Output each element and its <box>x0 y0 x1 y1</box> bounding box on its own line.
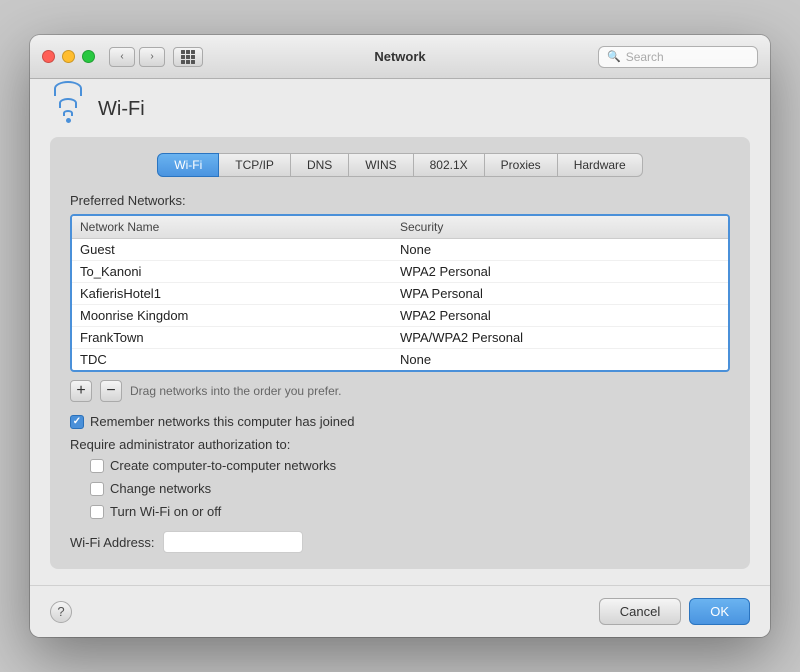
wifi-icon <box>50 95 86 123</box>
cancel-button[interactable]: Cancel <box>599 598 681 625</box>
wifi-header: Wi-Fi <box>50 95 750 123</box>
window: ‹ › Network 🔍 Search <box>30 35 770 637</box>
create-computer-checkbox[interactable] <box>90 459 104 473</box>
search-box[interactable]: 🔍 Search <box>598 46 758 68</box>
tabs-container: Wi-Fi TCP/IP DNS WINS 802.1X Proxies Har… <box>50 137 750 569</box>
auth-label: Require administrator authorization to: <box>70 437 730 452</box>
column-security-header: Security <box>400 220 720 234</box>
remember-label: Remember networks this computer has join… <box>90 414 354 429</box>
network-name: Moonrise Kingdom <box>80 308 400 323</box>
network-security: WPA Personal <box>400 286 720 301</box>
tab-proxies[interactable]: Proxies <box>485 153 558 177</box>
main-content: Wi-Fi Wi-Fi TCP/IP DNS WINS 802.1X Proxi… <box>30 79 770 585</box>
create-computer-row[interactable]: Create computer-to-computer networks <box>90 458 730 473</box>
wifi-address-input[interactable] <box>163 531 303 553</box>
table-row[interactable]: To_Kanoni WPA2 Personal <box>72 261 728 283</box>
wifi-arc-small <box>63 110 73 116</box>
tab-dns[interactable]: DNS <box>291 153 349 177</box>
network-name: TDC <box>80 352 400 367</box>
ok-button[interactable]: OK <box>689 598 750 625</box>
add-network-button[interactable]: + <box>70 380 92 402</box>
traffic-lights <box>42 50 95 63</box>
table-row[interactable]: FrankTown WPA/WPA2 Personal <box>72 327 728 349</box>
maximize-button[interactable] <box>82 50 95 63</box>
network-security: WPA/WPA2 Personal <box>400 330 720 345</box>
tab-wins[interactable]: WINS <box>349 153 413 177</box>
tabs: Wi-Fi TCP/IP DNS WINS 802.1X Proxies Har… <box>70 153 730 177</box>
wifi-address-row: Wi-Fi Address: <box>70 531 730 553</box>
minimize-button[interactable] <box>62 50 75 63</box>
network-security: None <box>400 242 720 257</box>
table-row[interactable]: KafierisHotel1 WPA Personal <box>72 283 728 305</box>
grid-icon <box>181 50 195 64</box>
network-security: WPA2 Personal <box>400 308 720 323</box>
network-name: To_Kanoni <box>80 264 400 279</box>
remember-checkbox[interactable] <box>70 415 84 429</box>
network-name: Guest <box>80 242 400 257</box>
tab-wifi[interactable]: Wi-Fi <box>157 153 219 177</box>
change-networks-label: Change networks <box>110 481 211 496</box>
forward-icon: › <box>150 51 153 62</box>
wifi-arc-large <box>54 81 82 96</box>
turn-wifi-row[interactable]: Turn Wi-Fi on or off <box>90 504 730 519</box>
help-button[interactable]: ? <box>50 601 72 623</box>
wifi-dot <box>66 118 71 123</box>
change-networks-row[interactable]: Change networks <box>90 481 730 496</box>
back-button[interactable]: ‹ <box>109 47 135 67</box>
wifi-address-label: Wi-Fi Address: <box>70 535 155 550</box>
table-row[interactable]: Guest None <box>72 239 728 261</box>
titlebar: ‹ › Network 🔍 Search <box>30 35 770 79</box>
wifi-waves <box>54 81 82 123</box>
tab-8021x[interactable]: 802.1X <box>414 153 485 177</box>
change-networks-checkbox[interactable] <box>90 482 104 496</box>
wifi-title: Wi-Fi <box>98 98 145 121</box>
table-header: Network Name Security <box>72 216 728 239</box>
networks-table: Network Name Security Guest None To_Kano… <box>70 214 730 372</box>
wifi-arc-medium <box>59 98 77 108</box>
drag-hint: Drag networks into the order you prefer. <box>130 384 341 398</box>
turn-wifi-checkbox[interactable] <box>90 505 104 519</box>
preferred-networks-label: Preferred Networks: <box>70 193 730 208</box>
table-actions: + − Drag networks into the order you pre… <box>70 380 730 402</box>
turn-wifi-label: Turn Wi-Fi on or off <box>110 504 221 519</box>
create-computer-label: Create computer-to-computer networks <box>110 458 336 473</box>
search-icon: 🔍 <box>607 50 621 63</box>
remove-network-button[interactable]: − <box>100 380 122 402</box>
back-icon: ‹ <box>120 51 123 62</box>
network-name: KafierisHotel1 <box>80 286 400 301</box>
table-row[interactable]: Moonrise Kingdom WPA2 Personal <box>72 305 728 327</box>
bottom-bar: ? Cancel OK <box>30 585 770 637</box>
close-button[interactable] <box>42 50 55 63</box>
window-title: Network <box>374 49 425 64</box>
tab-tcpip[interactable]: TCP/IP <box>219 153 291 177</box>
network-security: WPA2 Personal <box>400 264 720 279</box>
column-name-header: Network Name <box>80 220 400 234</box>
tab-hardware[interactable]: Hardware <box>558 153 643 177</box>
table-row[interactable]: TDC None <box>72 349 728 370</box>
grid-button[interactable] <box>173 47 203 67</box>
forward-button[interactable]: › <box>139 47 165 67</box>
network-name: FrankTown <box>80 330 400 345</box>
bottom-buttons: Cancel OK <box>599 598 750 625</box>
network-security: None <box>400 352 720 367</box>
remember-checkbox-row[interactable]: Remember networks this computer has join… <box>70 414 730 429</box>
auth-options: Create computer-to-computer networks Cha… <box>70 458 730 519</box>
search-placeholder: Search <box>626 50 664 64</box>
nav-buttons: ‹ › <box>109 47 165 67</box>
